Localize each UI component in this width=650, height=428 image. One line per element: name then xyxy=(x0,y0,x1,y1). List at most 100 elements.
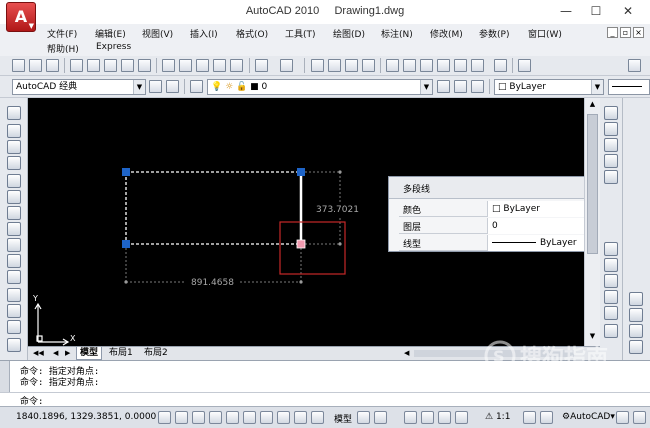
open-icon[interactable] xyxy=(29,59,42,72)
workspace-toggle-icon[interactable] xyxy=(166,80,179,93)
menu-parametric[interactable]: 参数(P) xyxy=(479,27,509,40)
menu-format[interactable]: 格式(O) xyxy=(236,27,268,40)
menu-express[interactable]: Express xyxy=(96,42,131,52)
explode-icon[interactable] xyxy=(604,324,618,338)
workspace-switch[interactable]: ⚙AutoCAD▾ xyxy=(562,412,615,422)
scroll-thumb[interactable] xyxy=(587,114,598,254)
zoom-status-icon[interactable] xyxy=(421,411,434,424)
snap-mode-icon[interactable] xyxy=(158,411,171,424)
grip-bottom-left[interactable] xyxy=(122,240,130,248)
tab-nav-next-icon[interactable]: ▶ xyxy=(62,347,73,360)
menu-modify[interactable]: 修改(M) xyxy=(430,27,463,40)
pan-status-icon[interactable] xyxy=(404,411,417,424)
close-button[interactable]: ✕ xyxy=(618,3,638,19)
line-icon[interactable] xyxy=(7,106,21,120)
bring-to-front-icon[interactable] xyxy=(629,292,643,306)
hscroll-left-icon[interactable]: ◀ xyxy=(401,347,412,360)
grip-top-right[interactable] xyxy=(297,168,305,176)
chamfer-icon[interactable] xyxy=(604,290,618,304)
arc-icon[interactable] xyxy=(7,190,21,204)
zoom-window-icon[interactable] xyxy=(345,59,358,72)
bring-above-icon[interactable] xyxy=(629,324,643,338)
break-icon[interactable] xyxy=(604,274,618,288)
spline-icon[interactable] xyxy=(7,238,21,252)
undo-icon[interactable] xyxy=(255,59,268,72)
copy-object-icon[interactable] xyxy=(604,122,618,136)
menu-dimension[interactable]: 标注(N) xyxy=(381,27,413,40)
print-icon[interactable] xyxy=(70,59,83,72)
minimize-button[interactable]: — xyxy=(556,3,576,19)
menu-edit[interactable]: 编辑(E) xyxy=(95,27,126,40)
showmotion-icon[interactable] xyxy=(455,411,468,424)
workspace-dropdown[interactable]: AutoCAD 经典 ▼ xyxy=(12,79,146,95)
save-icon[interactable] xyxy=(46,59,59,72)
tool-palettes-icon[interactable] xyxy=(420,59,433,72)
hot-grip[interactable] xyxy=(296,239,306,249)
redo-icon[interactable] xyxy=(280,59,293,72)
mirror-icon[interactable] xyxy=(604,138,618,152)
offset-icon[interactable] xyxy=(604,154,618,168)
menu-help[interactable]: 帮助(H) xyxy=(47,42,79,55)
color-dropdown[interactable]: □ ByLayer ▼ xyxy=(494,79,604,95)
annotation-scale[interactable]: ⚠ 1:1 xyxy=(485,412,510,422)
layer-properties-icon[interactable] xyxy=(190,80,203,93)
insert-block-icon[interactable] xyxy=(7,288,21,302)
copy-icon[interactable] xyxy=(179,59,192,72)
quick-view-layouts-icon[interactable] xyxy=(357,411,370,424)
quickcalc-icon[interactable] xyxy=(471,59,484,72)
dimension-style-icon[interactable] xyxy=(628,59,641,72)
trim-icon[interactable] xyxy=(604,258,618,272)
match-properties-icon[interactable] xyxy=(213,59,226,72)
tab-model[interactable]: 模型 xyxy=(76,347,103,360)
publish-icon[interactable] xyxy=(104,59,117,72)
zoom-realtime-icon[interactable] xyxy=(328,59,341,72)
circle-icon[interactable] xyxy=(7,206,21,220)
object-snap-tracking-icon[interactable] xyxy=(243,411,256,424)
command-window-grip[interactable] xyxy=(0,361,10,393)
ellipse-icon[interactable] xyxy=(7,254,21,268)
vertical-scrollbar[interactable]: ▲ ▼ xyxy=(584,98,600,346)
fillet-icon[interactable] xyxy=(604,306,618,320)
clean-screen-icon[interactable] xyxy=(633,411,646,424)
tab-layout2[interactable]: 布局2 xyxy=(141,347,171,360)
markup-icon[interactable] xyxy=(454,59,467,72)
scroll-up-icon[interactable]: ▲ xyxy=(587,100,598,111)
hatch-icon[interactable] xyxy=(7,338,21,352)
etransmit-icon[interactable] xyxy=(138,59,151,72)
help-icon[interactable] xyxy=(494,59,507,72)
erase-icon[interactable] xyxy=(604,106,618,120)
menu-window[interactable]: 窗口(W) xyxy=(528,27,562,40)
3d-dwf-icon[interactable] xyxy=(121,59,134,72)
text-style-icon[interactable] xyxy=(518,59,531,72)
menu-tools[interactable]: 工具(T) xyxy=(285,27,316,40)
menu-draw[interactable]: 绘图(D) xyxy=(333,27,365,40)
maximize-button[interactable]: ☐ xyxy=(586,3,606,19)
extend-icon[interactable] xyxy=(604,242,618,256)
layer-dropdown[interactable]: 💡 ☼ 🔓 ■ 0 ▼ xyxy=(207,79,433,95)
block-editor-icon[interactable] xyxy=(230,59,243,72)
lineweight-icon[interactable] xyxy=(294,411,307,424)
ortho-mode-icon[interactable] xyxy=(192,411,205,424)
application-menu-button[interactable]: A ▼ xyxy=(6,2,36,32)
sheet-set-icon[interactable] xyxy=(437,59,450,72)
workspace-settings-icon[interactable] xyxy=(149,80,162,93)
tab-nav-first-icon[interactable]: ◀◀ xyxy=(30,347,47,360)
polyline-icon[interactable] xyxy=(7,140,21,154)
steeringwheel-icon[interactable] xyxy=(438,411,451,424)
grid-display-icon[interactable] xyxy=(175,411,188,424)
polar-tracking-icon[interactable] xyxy=(209,411,222,424)
menu-insert[interactable]: 插入(I) xyxy=(190,27,218,40)
annotation-visibility-icon[interactable] xyxy=(523,411,536,424)
quick-properties-icon[interactable] xyxy=(311,411,324,424)
new-icon[interactable] xyxy=(12,59,25,72)
rectangle-icon[interactable] xyxy=(7,174,21,188)
dynamic-input-icon[interactable] xyxy=(277,411,290,424)
tab-layout1[interactable]: 布局1 xyxy=(106,347,136,360)
object-snap-icon[interactable] xyxy=(226,411,239,424)
doc-restore-icon[interactable]: ▫ xyxy=(620,27,631,38)
dynamic-ucs-icon[interactable] xyxy=(260,411,273,424)
make-block-icon[interactable] xyxy=(7,304,21,318)
menu-view[interactable]: 视图(V) xyxy=(142,27,173,40)
command-input[interactable]: 命令: xyxy=(0,392,650,407)
doc-minimize-icon[interactable]: _ xyxy=(607,27,618,38)
